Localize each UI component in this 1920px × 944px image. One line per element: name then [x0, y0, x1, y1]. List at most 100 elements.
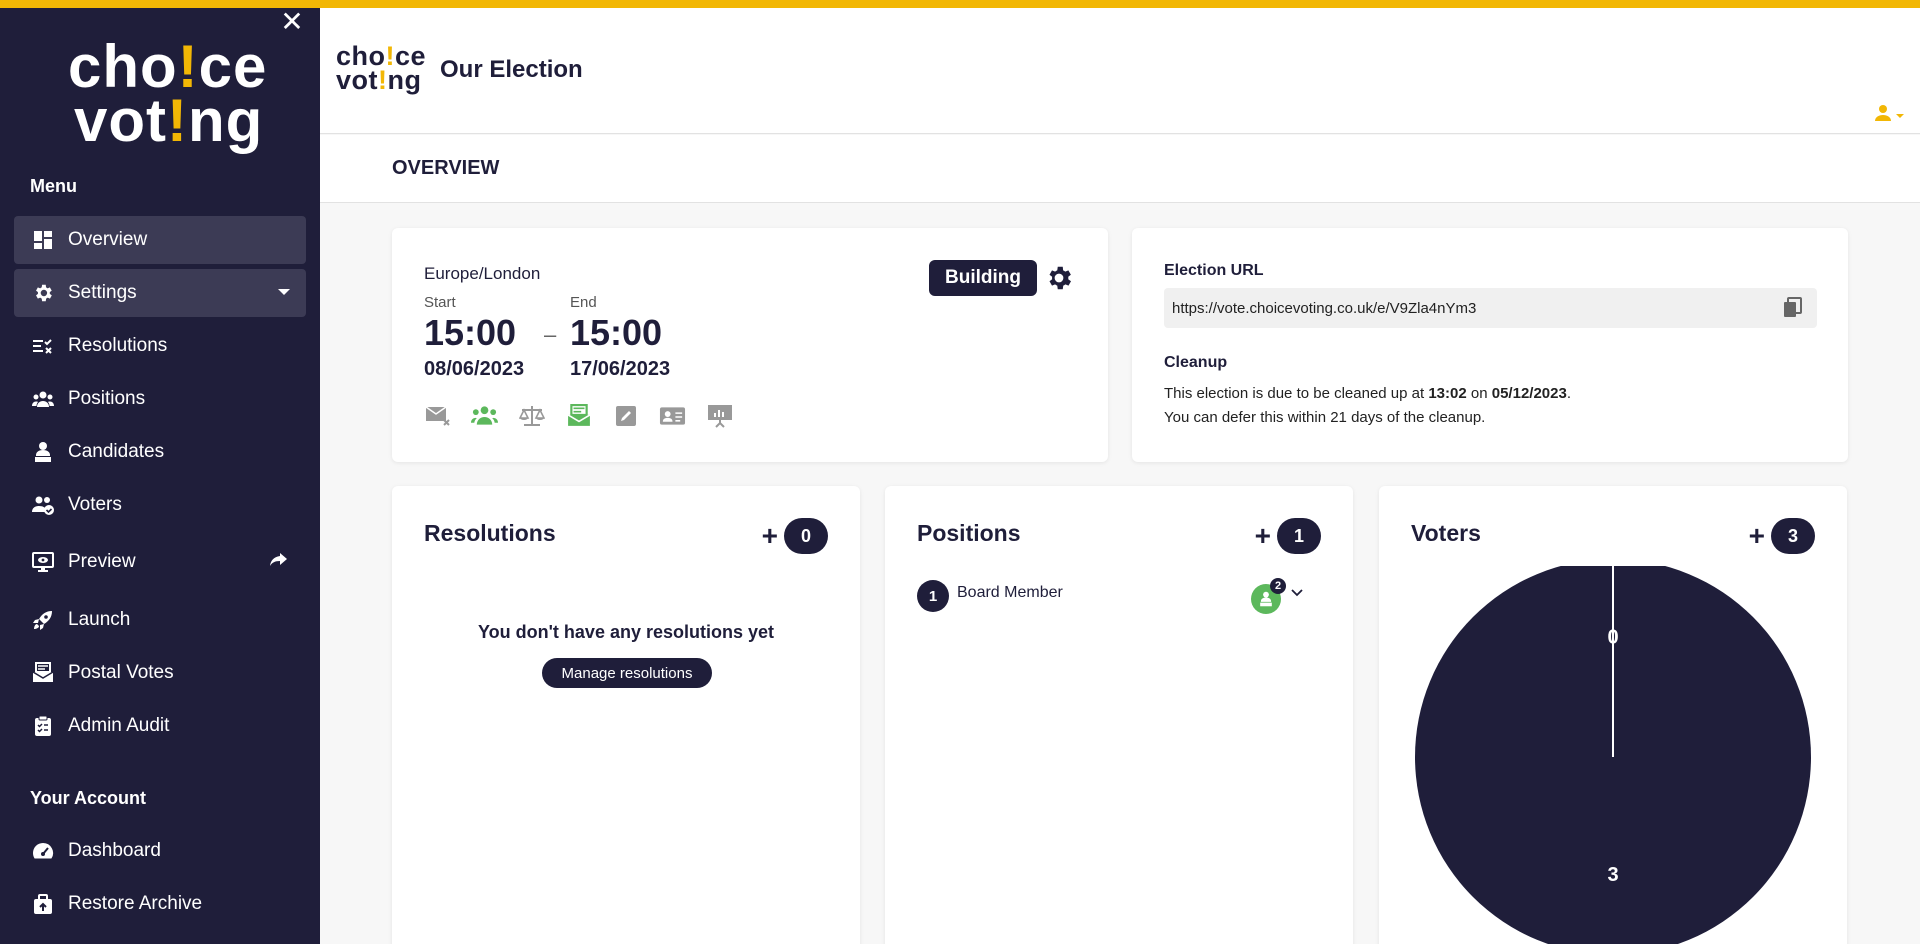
sidebar-item-preview[interactable]: Preview [14, 538, 306, 586]
end-label: End [570, 294, 597, 311]
clipboard-icon [30, 713, 56, 739]
positions-card: Positions + 1 1 Board Member 2 [885, 486, 1353, 944]
election-url-field[interactable]: https://vote.choicevoting.co.uk/e/V9Zla4… [1164, 288, 1817, 328]
page-header: cho!ce vot!ng Our Election [320, 8, 1920, 134]
gear-icon [30, 280, 56, 306]
election-url-label: Election URL [1164, 262, 1264, 279]
sidebar-item-label: Settings [68, 282, 137, 303]
plus-icon: + [1748, 520, 1765, 551]
voters-check-icon[interactable] [471, 404, 498, 428]
end-time: 15:00 [570, 312, 663, 353]
page-subheader: OVERVIEW [320, 135, 1920, 203]
sidebar-item-voters[interactable]: Voters [14, 481, 306, 529]
start-date: 08/06/2023 [424, 358, 525, 380]
monitor-eye-icon [30, 549, 56, 575]
mail-off-icon[interactable] [424, 404, 451, 428]
sidebar-item-label: Admin Audit [68, 715, 170, 736]
sidebar-item-label: Preview [68, 551, 136, 572]
archive-upload-icon [30, 891, 56, 917]
voters-count: 3 [1771, 518, 1815, 554]
voters-title: Voters [1411, 520, 1481, 546]
gear-icon[interactable] [1044, 263, 1074, 293]
group-icon [30, 386, 56, 412]
cleanup-label: Cleanup [1164, 354, 1228, 371]
cleanup-time: 13:02 [1428, 385, 1467, 402]
cleanup-date: 05/12/2023 [1491, 385, 1567, 402]
edit-icon[interactable] [612, 404, 639, 428]
sidebar-item-label: Positions [68, 388, 146, 409]
voters-pie-chart: 03 [1415, 566, 1811, 944]
sidebar-item-label: Dashboard [68, 840, 161, 861]
manage-resolutions-button[interactable]: Manage resolutions [542, 658, 712, 688]
scales-icon[interactable] [518, 404, 545, 428]
sidebar-item-label: Overview [68, 229, 148, 250]
add-resolution-button[interactable]: + 0 [762, 518, 828, 554]
resolutions-title: Resolutions [424, 520, 556, 546]
share-arrow-icon [268, 550, 288, 576]
copy-icon[interactable] [1781, 296, 1805, 320]
feature-icons [424, 404, 733, 428]
election-url-value: https://vote.choicevoting.co.uk/e/V9Zla4… [1172, 299, 1477, 317]
position-name: Board Member [957, 584, 1063, 601]
sidebar-item-admin-audit[interactable]: Admin Audit [14, 702, 306, 750]
sidebar-item-positions[interactable]: Positions [14, 375, 306, 423]
account-title: Your Account [30, 788, 146, 808]
voters-card: Voters + 3 03 [1379, 486, 1847, 944]
positions-count: 1 [1277, 518, 1321, 554]
positions-title: Positions [917, 520, 1021, 546]
sidebar-item-settings[interactable]: Settings [14, 269, 306, 317]
user-menu[interactable] [1874, 104, 1904, 127]
cleanup-text: This election is due to be cleaned up at… [1164, 385, 1571, 426]
resolutions-card: Resolutions + 0 You don't have any resol… [392, 486, 860, 944]
dashboard-grid-icon [30, 227, 56, 253]
resolutions-empty-text: You don't have any resolutions yet [478, 622, 774, 642]
choice-voting-logo-small: cho!ce vot!ng [336, 41, 427, 95]
chevron-down-icon [278, 289, 290, 295]
sidebar-item-candidates[interactable]: Candidates [14, 428, 306, 476]
add-voter-button[interactable]: + 3 [1749, 518, 1815, 554]
sidebar-item-label: Restore Archive [68, 893, 203, 914]
chevron-down-icon[interactable] [1289, 584, 1305, 600]
plus-icon: + [1254, 520, 1271, 551]
status-badge[interactable]: Building [929, 260, 1037, 296]
plus-icon: + [761, 520, 778, 551]
close-sidebar-icon[interactable]: ✕ [280, 8, 304, 36]
position-number: 1 [917, 580, 949, 612]
mail-stack-icon [30, 660, 56, 686]
choice-voting-logo: cho!ce vot!ng [68, 33, 268, 154]
gauge-icon [30, 838, 56, 864]
pie-label: 0 [1607, 626, 1618, 648]
sidebar-item-label: Candidates [68, 441, 165, 462]
election-title: Our Election [440, 56, 583, 83]
list-check-icon [30, 333, 56, 359]
page-title: OVERVIEW [392, 157, 500, 179]
end-date: 17/06/2023 [570, 358, 671, 380]
sidebar-item-label: Voters [68, 494, 122, 515]
sidebar-item-resolutions[interactable]: Resolutions [14, 322, 306, 370]
list-item[interactable]: 1 Board Member 2 [917, 578, 1321, 614]
candidates-count-badge: 2 [1270, 578, 1286, 594]
chevron-down-icon [1896, 113, 1904, 118]
top-accent-bar [0, 0, 1920, 8]
sidebar-item-restore-archive[interactable]: Restore Archive [14, 880, 306, 928]
start-label: Start [424, 294, 456, 311]
sidebar-item-launch[interactable]: Launch [14, 596, 306, 644]
sidebar-item-overview[interactable]: Overview [14, 216, 306, 264]
pie-label: 3 [1607, 864, 1618, 886]
time-separator: – [544, 322, 557, 347]
rocket-icon [30, 607, 56, 633]
postal-icon[interactable] [565, 404, 592, 428]
id-card-icon[interactable] [659, 404, 686, 428]
sidebar-item-label: Resolutions [68, 335, 168, 356]
person-podium-icon [30, 439, 56, 465]
sidebar-item-label: Postal Votes [68, 662, 174, 683]
user-icon [1874, 104, 1892, 127]
presentation-icon[interactable] [706, 404, 733, 428]
start-time: 15:00 [424, 312, 517, 353]
sidebar-item-dashboard[interactable]: Dashboard [14, 827, 306, 875]
add-position-button[interactable]: + 1 [1255, 518, 1321, 554]
election-url-card: Election URL https://vote.choicevoting.c… [1132, 228, 1848, 462]
resolutions-count: 0 [784, 518, 828, 554]
sidebar-item-postal-votes[interactable]: Postal Votes [14, 649, 306, 697]
timezone: Europe/London [424, 264, 541, 283]
